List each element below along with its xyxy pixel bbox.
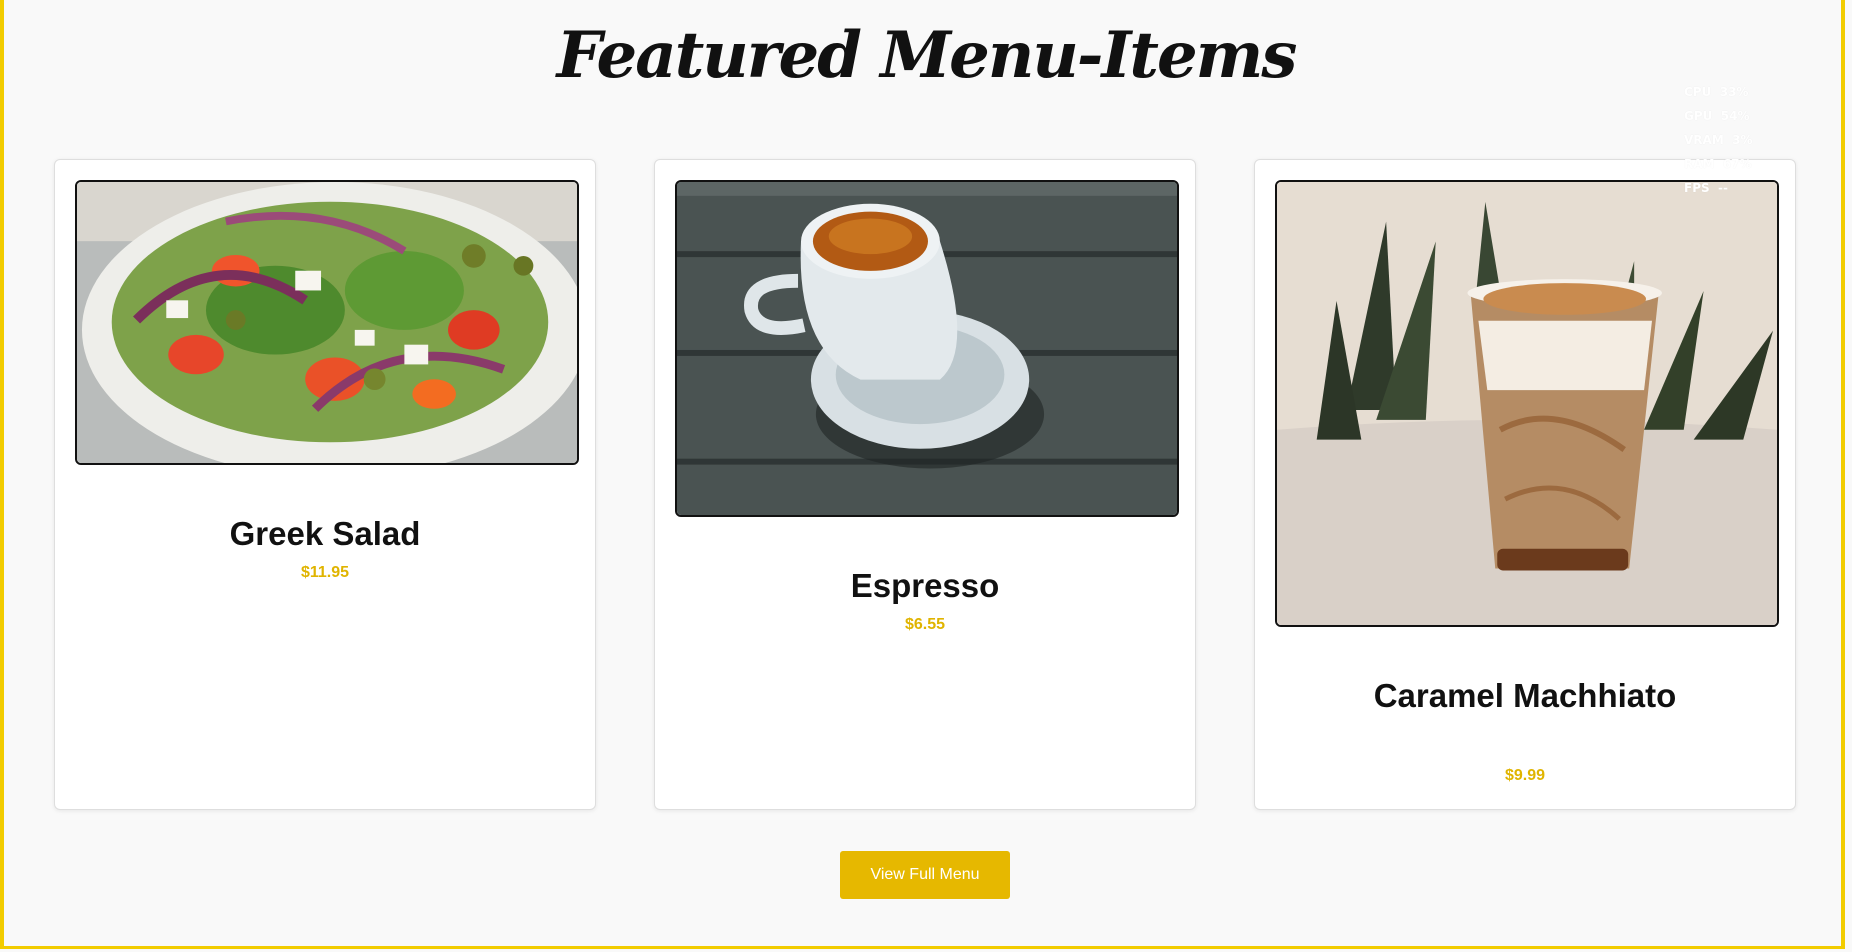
- section-heading: Featured Menu-Items: [556, 18, 1298, 93]
- menu-card-greek-salad[interactable]: Greek Salad $11.95: [54, 159, 596, 810]
- menu-card-caramel-macchiato[interactable]: Caramel Machhiato $9.99: [1254, 159, 1796, 810]
- overlay-row-vram: VRAM 3%: [1684, 133, 1753, 147]
- overlay-row-gpu: GPU 54%: [1684, 109, 1750, 123]
- caramel-macchiato-photo: [1275, 180, 1779, 627]
- menu-card-espresso[interactable]: Espresso $6.55: [654, 159, 1196, 810]
- espresso-photo: [675, 180, 1179, 517]
- item-title: Greek Salad: [229, 515, 421, 552]
- view-full-menu-button[interactable]: View Full Menu: [840, 851, 1010, 899]
- item-price: $9.99: [1504, 767, 1546, 784]
- item-price: $6.55: [904, 616, 946, 633]
- performance-overlay: CPU 33% GPU 54% VRAM 3% RAM 67% FPS --: [1684, 80, 1753, 200]
- overlay-row-fps: FPS --: [1684, 181, 1728, 195]
- item-price: $11.95: [300, 564, 350, 581]
- overlay-row-ram: RAM 67%: [1684, 157, 1752, 171]
- greek-salad-photo: [75, 180, 579, 465]
- item-title: Espresso: [850, 567, 1000, 604]
- overlay-row-cpu: CPU 33%: [1684, 85, 1749, 99]
- item-title: Caramel Machhiato: [1373, 677, 1677, 714]
